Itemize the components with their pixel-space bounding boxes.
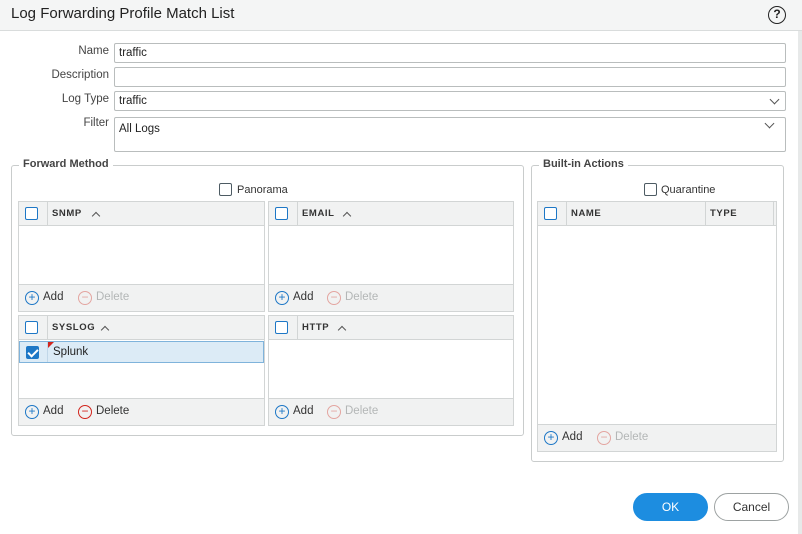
panorama-checkbox[interactable] (219, 183, 232, 196)
cancel-button[interactable]: Cancel (714, 493, 789, 521)
name-column-header[interactable]: NAME (571, 208, 601, 219)
name-label: Name (78, 45, 109, 57)
ok-button[interactable]: OK (633, 493, 708, 521)
snmp-header: SNMP (19, 202, 264, 226)
syslog-column-header[interactable]: SYSLOG (52, 322, 95, 333)
filter-value: All Logs (119, 123, 160, 135)
dialog-scroll-edge (798, 31, 802, 534)
sort-ascending-icon[interactable] (342, 211, 352, 221)
help-icon[interactable]: ? (768, 6, 786, 24)
builtin-actions-header: NAME TYPE (538, 202, 776, 226)
http-column-header[interactable]: HTTP (302, 322, 329, 333)
email-footer: + Add − Delete (269, 284, 513, 311)
sort-ascending-icon[interactable] (91, 211, 101, 221)
builtin-actions-legend: Built-in Actions (539, 158, 628, 170)
syslog-panel: SYSLOG Splunk + Add − Delete (18, 315, 265, 426)
add-icon: + (275, 291, 289, 305)
column-separator (773, 202, 774, 226)
syslog-select-all-checkbox[interactable] (25, 321, 38, 334)
syslog-footer: + Add − Delete (19, 398, 264, 425)
quarantine-checkbox[interactable] (644, 183, 657, 196)
http-panel: HTTP + Add − Delete (268, 315, 514, 426)
dialog-title: Log Forwarding Profile Match List (11, 5, 235, 22)
log-type-select[interactable]: traffic (114, 91, 786, 111)
chevron-down-icon[interactable] (764, 118, 775, 129)
chevron-down-icon (769, 94, 780, 105)
description-label: Description (51, 69, 109, 81)
remove-icon: − (327, 405, 341, 419)
type-column-header[interactable]: TYPE (710, 208, 737, 219)
sort-ascending-icon[interactable] (337, 325, 347, 335)
snmp-column-header[interactable]: SNMP (52, 208, 82, 219)
add-icon: + (25, 405, 39, 419)
syslog-row-name: Splunk (53, 346, 89, 358)
log-type-value: traffic (119, 95, 147, 107)
description-field[interactable] (114, 67, 786, 87)
http-header: HTTP (269, 316, 513, 340)
snmp-select-all-checkbox[interactable] (25, 207, 38, 220)
add-icon: + (25, 291, 39, 305)
email-header: EMAIL (269, 202, 513, 226)
row-checkbox[interactable] (26, 346, 39, 359)
email-panel: EMAIL + Add − Delete (268, 201, 514, 312)
forward-method-legend: Forward Method (19, 158, 113, 170)
filter-label: Filter (83, 117, 109, 129)
name-field[interactable]: traffic (114, 43, 786, 63)
remove-icon: − (597, 431, 611, 445)
log-type-label: Log Type (61, 93, 109, 105)
syslog-header: SYSLOG (19, 316, 264, 340)
panorama-label: Panorama (237, 184, 288, 196)
add-icon: + (275, 405, 289, 419)
sort-ascending-icon[interactable] (100, 325, 110, 335)
remove-icon: − (78, 405, 92, 419)
builtin-actions-footer: + Add − Delete (538, 424, 776, 451)
dialog-titlebar: Log Forwarding Profile Match List ? (0, 0, 802, 31)
column-separator (705, 202, 706, 226)
email-select-all-checkbox[interactable] (275, 207, 288, 220)
quarantine-label: Quarantine (661, 184, 716, 196)
email-column-header[interactable]: EMAIL (302, 208, 335, 219)
add-icon: + (544, 431, 558, 445)
remove-icon: − (327, 291, 341, 305)
builtin-select-all-checkbox[interactable] (544, 207, 557, 220)
http-select-all-checkbox[interactable] (275, 321, 288, 334)
syslog-row[interactable]: Splunk (19, 341, 264, 363)
snmp-panel: SNMP + Add − Delete (18, 201, 265, 312)
http-footer: + Add − Delete (269, 398, 513, 425)
builtin-actions-panel: NAME TYPE + Add − Delete (537, 201, 777, 452)
snmp-footer: + Add − Delete (19, 284, 264, 311)
filter-field[interactable]: All Logs (114, 117, 786, 152)
remove-icon: − (78, 291, 92, 305)
